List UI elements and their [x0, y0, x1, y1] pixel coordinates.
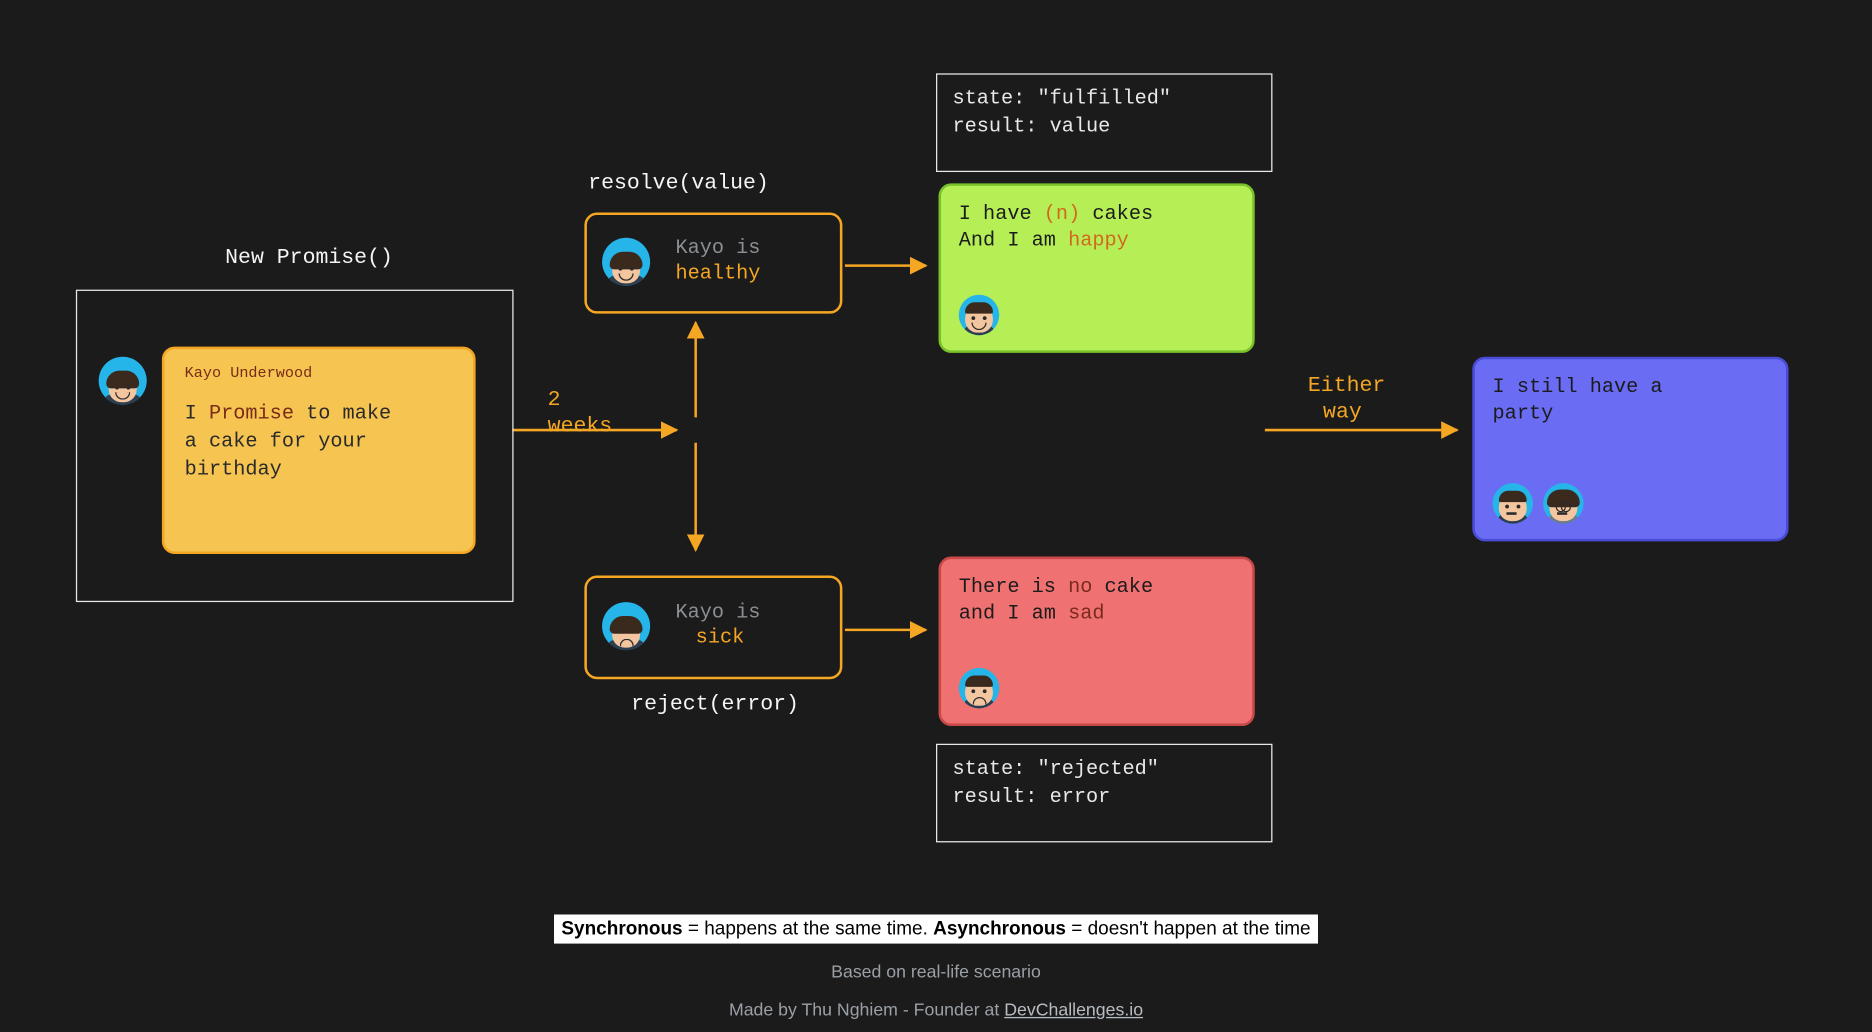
healthy-text: Kayo is healthy	[675, 235, 760, 286]
sick-box: Kayo is sick	[584, 576, 842, 680]
promise-author: Kayo Underwood	[185, 364, 313, 382]
blue-note: I still have a party	[1472, 357, 1788, 542]
label-either-way: Either way	[1308, 373, 1385, 426]
avatar-boy-party	[1493, 483, 1533, 523]
avatar-kayo-main	[99, 357, 147, 405]
avatar-girl-party	[1543, 483, 1583, 523]
footer-made-by: Made by Thu Nghiem - Founder at DevChall…	[729, 999, 1143, 1019]
green-note: I have (n) cakes And I am happy	[939, 183, 1255, 352]
avatar-kayo-healthy	[602, 238, 650, 286]
avatar-boy-happy	[959, 295, 999, 335]
promise-text: I Promise to make a cake for your birthd…	[185, 400, 391, 483]
footer-based-on: Based on real-life scenario	[831, 961, 1041, 981]
label-two-weeks: 2 weeks	[548, 387, 613, 440]
promise-card: Kayo Underwood I Promise to make a cake …	[162, 347, 476, 554]
avatar-boy-sad	[959, 668, 999, 708]
healthy-box: Kayo is healthy	[584, 212, 842, 313]
devchallenges-link[interactable]: DevChallenges.io	[1004, 999, 1143, 1019]
footer-definition: Synchronous = happens at the same time. …	[554, 914, 1318, 943]
footer: Synchronous = happens at the same time. …	[0, 914, 1872, 1019]
label-new-promise: New Promise()	[225, 247, 393, 271]
red-note-text: There is no cake and I am sad	[959, 574, 1235, 627]
blue-note-text: I still have a party	[1493, 374, 1769, 427]
fulfilled-state-box: state: "fulfilled" result: value	[936, 73, 1272, 172]
label-resolve: resolve(value)	[588, 172, 769, 196]
red-note: There is no cake and I am sad	[939, 557, 1255, 726]
avatar-kayo-sick	[602, 602, 650, 650]
label-reject: reject(error)	[631, 693, 799, 717]
green-note-text: I have (n) cakes And I am happy	[959, 201, 1235, 254]
sick-text: Kayo is sick	[675, 600, 760, 651]
rejected-state-box: state: "rejected" result: error	[936, 744, 1272, 843]
